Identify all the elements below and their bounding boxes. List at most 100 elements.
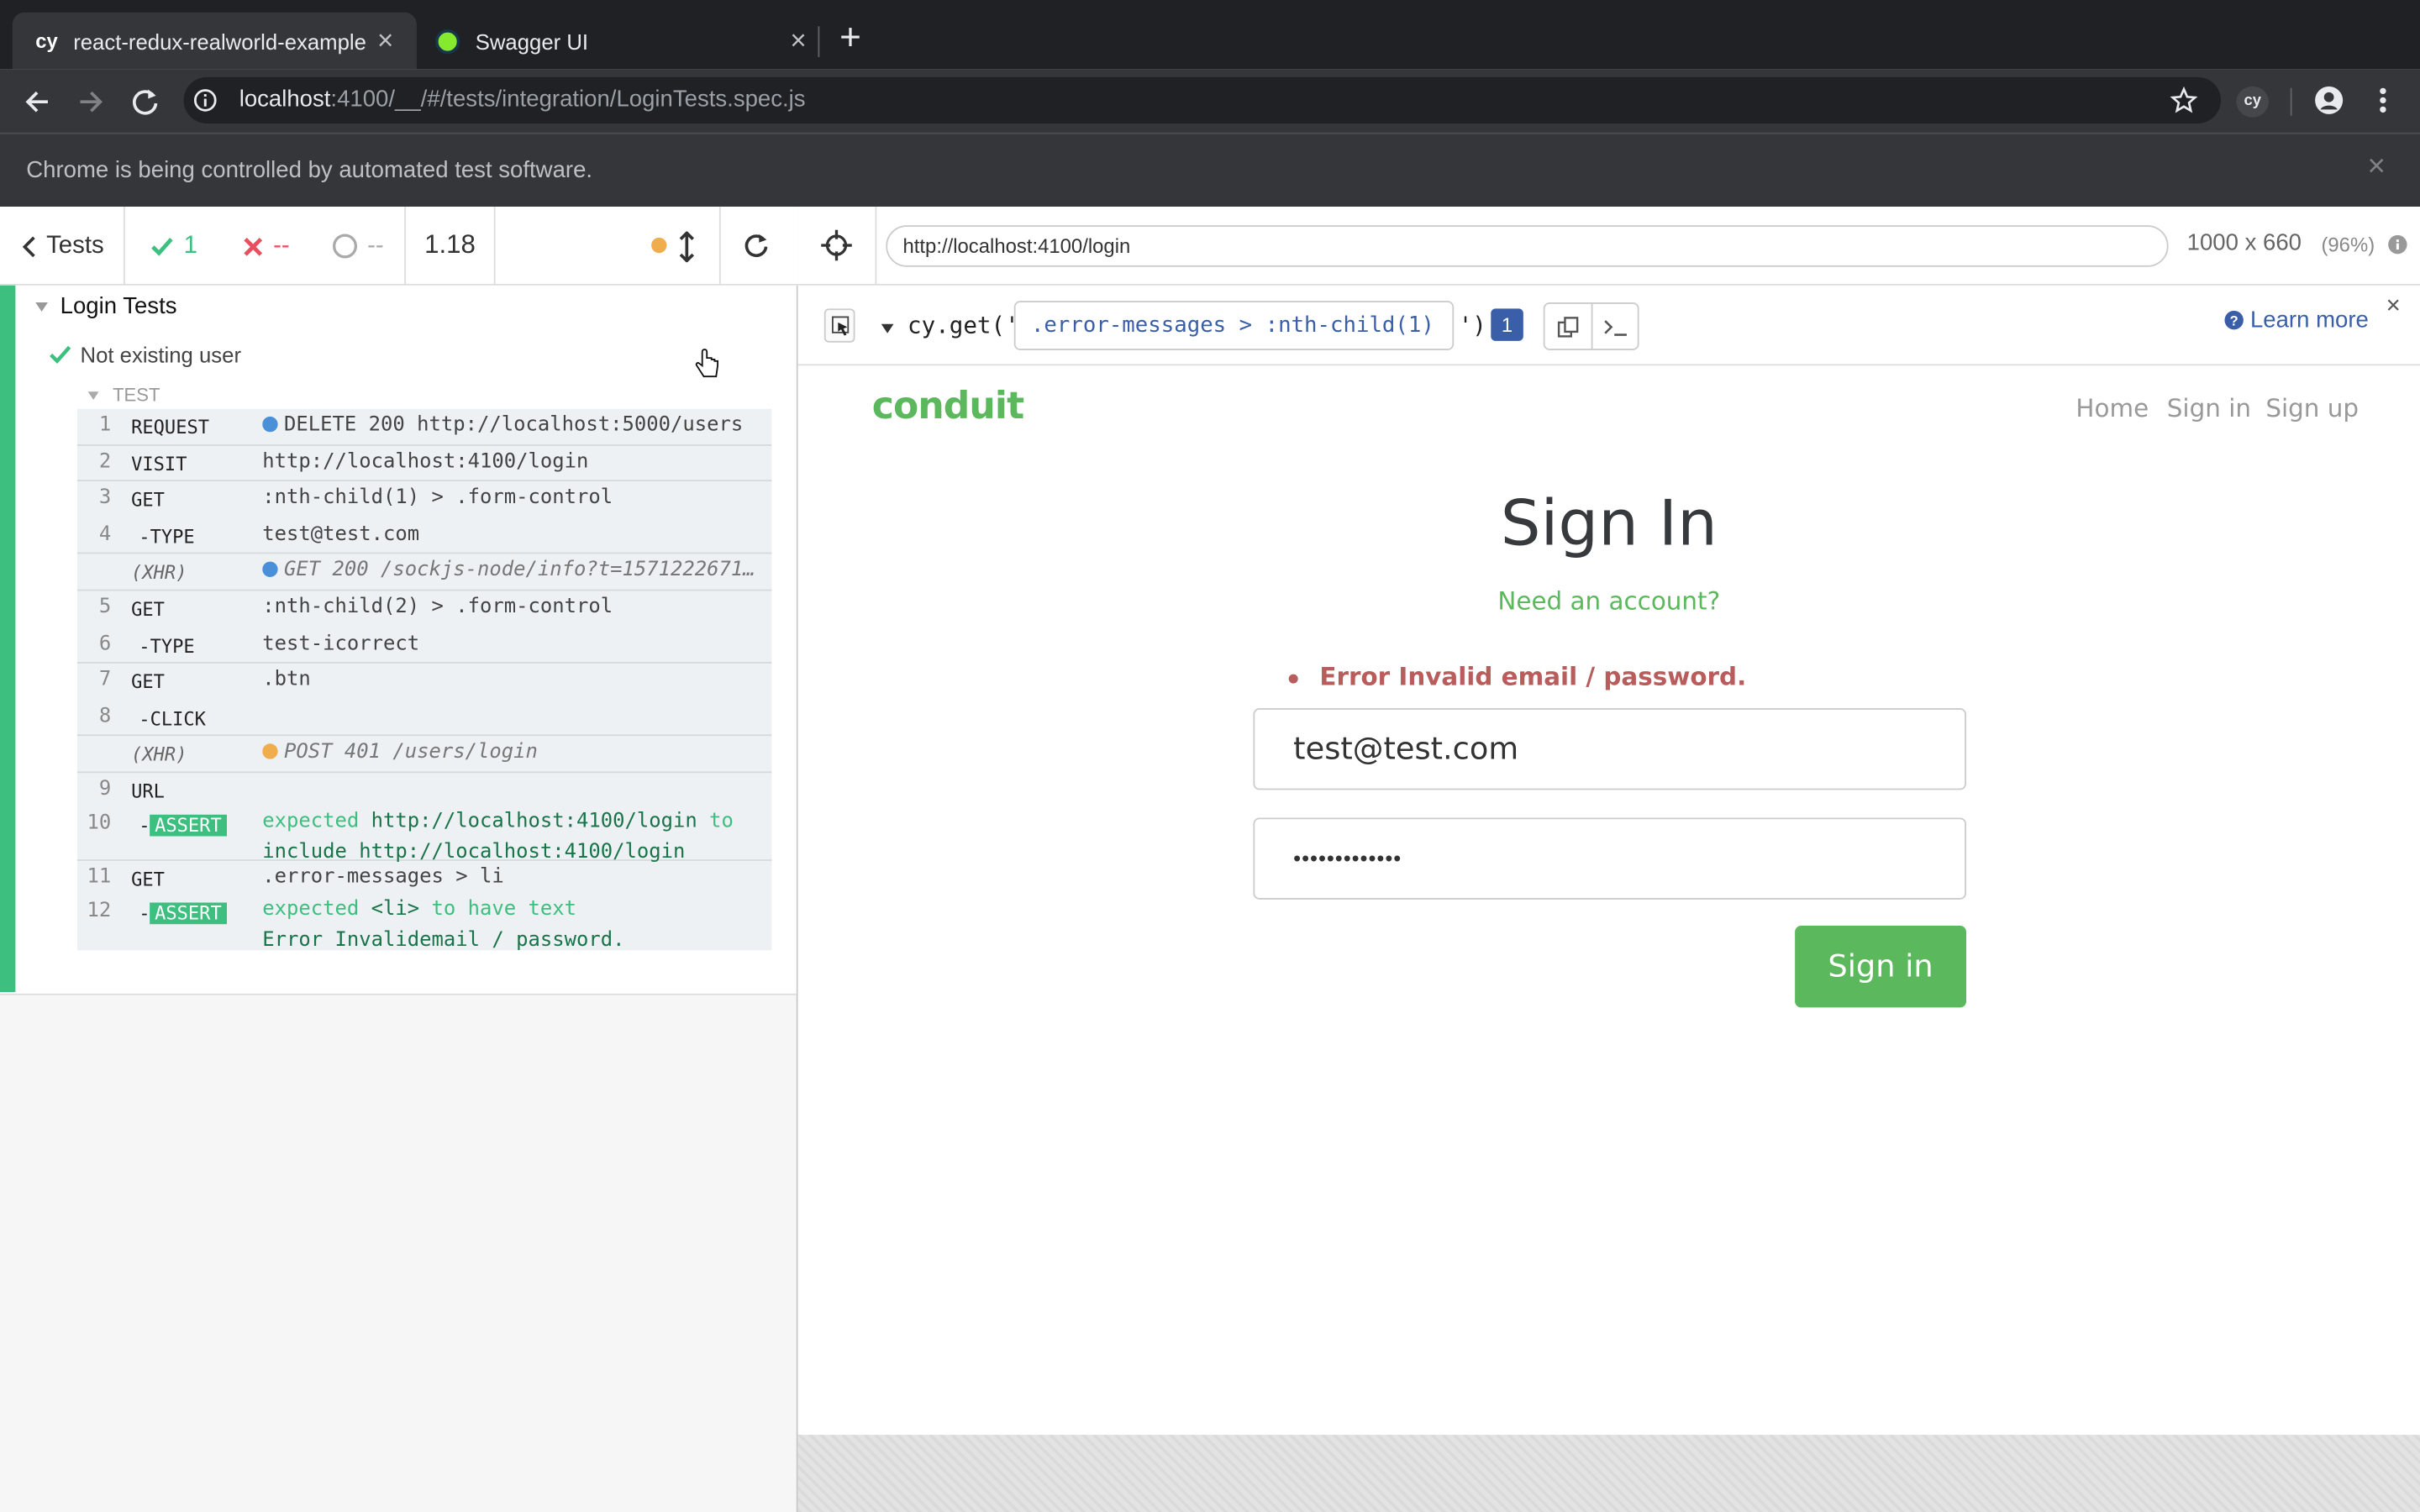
caret-down-icon[interactable] bbox=[880, 323, 895, 335]
cypress-extension-icon[interactable]: cy bbox=[2236, 86, 2270, 118]
infobar-message: Chrome is being controlled by automated … bbox=[26, 157, 593, 184]
command-number: 10 bbox=[87, 811, 112, 835]
command-row[interactable]: 6 -TYPE test-icorrect bbox=[76, 628, 772, 664]
command-row[interactable]: 4 -TYPE test@test.com bbox=[76, 518, 772, 554]
brand-logo[interactable]: conduit bbox=[872, 384, 1024, 427]
passed-indicator-bar bbox=[0, 285, 16, 993]
suite-title[interactable]: Login Tests bbox=[34, 293, 177, 319]
command-row[interactable]: (XHR) POST 401 /users/login bbox=[76, 736, 772, 774]
tab-close-icon[interactable]: × bbox=[790, 24, 806, 57]
command-number: 6 bbox=[98, 633, 112, 656]
email-field[interactable]: test@test.com bbox=[1253, 708, 1967, 790]
tab-react-redux-realworld[interactable]: cy react-redux-realworld-example × bbox=[12, 12, 417, 70]
duration: 1.18 bbox=[424, 229, 476, 260]
page-title: Sign In bbox=[1500, 486, 1718, 560]
forward-arrow-icon[interactable] bbox=[76, 87, 107, 118]
test-title[interactable]: Not existing user bbox=[50, 343, 241, 367]
actions-divider bbox=[1591, 303, 1593, 349]
nav-sign-in[interactable]: Sign in bbox=[2167, 393, 2251, 423]
new-tab-button[interactable]: + bbox=[839, 18, 861, 59]
command-message: .error-messages > li bbox=[262, 865, 764, 889]
nav-sign-up[interactable]: Sign up bbox=[2265, 393, 2359, 423]
aut-url-field[interactable]: http://localhost:4100/login bbox=[886, 225, 2169, 267]
console-print-icon[interactable] bbox=[1603, 318, 1628, 336]
message-text: .btn bbox=[262, 668, 311, 691]
bookmark-star-icon[interactable] bbox=[2170, 86, 2198, 114]
passed-count: 1 bbox=[150, 207, 197, 286]
assert-value: <li> bbox=[371, 897, 420, 921]
select-element-button[interactable] bbox=[823, 308, 855, 343]
command-row[interactable]: 11 GET .error-messages > li bbox=[77, 861, 772, 895]
command-message: GET 200 /sockjs-node/info?t=1571222671… bbox=[262, 559, 764, 581]
selector-input[interactable]: .error-messages > :nth-child(1) bbox=[1013, 301, 1455, 350]
toolbar-divider bbox=[2290, 87, 2292, 116]
nav-home[interactable]: Home bbox=[2075, 393, 2149, 423]
command-name: - ASSERT bbox=[139, 902, 227, 925]
menu-kebab-icon[interactable] bbox=[2370, 85, 2395, 116]
need-account-link[interactable]: Need an account? bbox=[798, 586, 2420, 616]
command-name: GET bbox=[131, 598, 165, 621]
command-row[interactable]: (XHR) GET 200 /sockjs-node/info?t=1571222… bbox=[76, 554, 772, 591]
command-message: expected http://localhost:4100/login to i… bbox=[262, 807, 764, 869]
info-circle-icon[interactable] bbox=[2387, 234, 2407, 255]
command-row[interactable]: 7 GET .btn bbox=[77, 664, 772, 701]
command-name: VISIT bbox=[131, 454, 187, 475]
expand-vertical-icon[interactable] bbox=[679, 231, 694, 263]
command-row[interactable]: 8 -CLICK bbox=[76, 701, 772, 737]
command-indent: - bbox=[139, 814, 150, 837]
tab-title: Swagger UI bbox=[475, 28, 589, 54]
reload-icon[interactable] bbox=[129, 87, 160, 118]
command-number: 4 bbox=[98, 522, 112, 547]
tests-back-button[interactable]: Tests bbox=[22, 207, 104, 286]
command-number: 11 bbox=[87, 865, 112, 889]
caret-down-icon bbox=[35, 302, 48, 312]
command-row[interactable]: 3 GET:nth-child(1) > .form-control bbox=[77, 481, 772, 518]
rerun-icon[interactable] bbox=[742, 232, 770, 260]
command-row[interactable]: 12 - ASSERT expected <li> to have text Erro… bbox=[77, 895, 772, 952]
address-bar[interactable]: localhost:4100/__/#/tests/integration/Lo… bbox=[183, 76, 2222, 123]
command-row[interactable]: 5 GET:nth-child(2) > .form-control bbox=[77, 591, 772, 627]
viewport-size: 1000 x 660 bbox=[2186, 229, 2302, 256]
command-log: 1 REQUEST DELETE 200 http://localhost:5000… bbox=[76, 408, 772, 952]
infobar-close-icon[interactable]: × bbox=[2368, 150, 2386, 185]
reporter-header: Tests 1 -- -- 1.18 bbox=[0, 207, 798, 286]
test-section-header[interactable]: TEST bbox=[87, 384, 160, 406]
command-name: GET bbox=[131, 869, 165, 890]
chevron-left-icon bbox=[22, 235, 35, 257]
sign-in-button[interactable]: Sign in bbox=[1795, 926, 1967, 1008]
caret-down-icon bbox=[87, 391, 99, 400]
command-row[interactable]: 9 URL bbox=[77, 773, 772, 806]
copy-icon[interactable] bbox=[1557, 317, 1579, 339]
selector-playground-crosshair-icon[interactable] bbox=[821, 229, 852, 261]
tab-close-icon[interactable]: × bbox=[377, 24, 393, 57]
command-row[interactable]: 10 - ASSERT expected http://localhost:4100/… bbox=[76, 807, 772, 864]
x-icon bbox=[244, 237, 263, 255]
learn-more-link[interactable]: ? Learn more bbox=[2224, 307, 2369, 333]
tab-divider bbox=[818, 26, 820, 57]
command-message: :nth-child(1) > .form-control bbox=[262, 486, 764, 510]
command-row[interactable]: 1 REQUEST DELETE 200 http://localhost:5000… bbox=[76, 409, 772, 446]
command-name: GET bbox=[131, 670, 165, 693]
command-message: test-icorrect bbox=[262, 633, 764, 656]
command-name: -TYPE bbox=[139, 635, 195, 658]
pending-count: -- bbox=[332, 207, 384, 286]
command-name: (XHR) bbox=[131, 561, 187, 584]
command-name: - ASSERT bbox=[139, 814, 227, 837]
message-text: test-icorrect bbox=[262, 633, 420, 656]
circle-pending-icon bbox=[333, 234, 358, 259]
assert-text: expected bbox=[262, 810, 371, 833]
command-message: test@test.com bbox=[262, 523, 764, 547]
command-message: :nth-child(2) > .form-control bbox=[262, 596, 764, 619]
command-row[interactable]: 2 VISIT http://localhost:4100/login bbox=[76, 446, 772, 482]
message-text: DELETE 200 http://localhost:5000/users bbox=[283, 413, 744, 437]
check-icon bbox=[50, 345, 71, 365]
tab-swagger-ui[interactable]: Swagger UI × bbox=[420, 13, 815, 70]
selector-actions bbox=[1543, 302, 1639, 350]
assert-badge: ASSERT bbox=[150, 814, 227, 837]
selector-close-icon[interactable]: × bbox=[2386, 293, 2401, 321]
command-message: DELETE 200 http://localhost:5000/users bbox=[262, 413, 764, 437]
password-field[interactable]: ••••••••••••• bbox=[1253, 817, 1967, 900]
profile-avatar-icon[interactable] bbox=[2313, 85, 2344, 116]
info-icon[interactable] bbox=[193, 88, 218, 113]
back-arrow-icon[interactable] bbox=[22, 87, 53, 118]
